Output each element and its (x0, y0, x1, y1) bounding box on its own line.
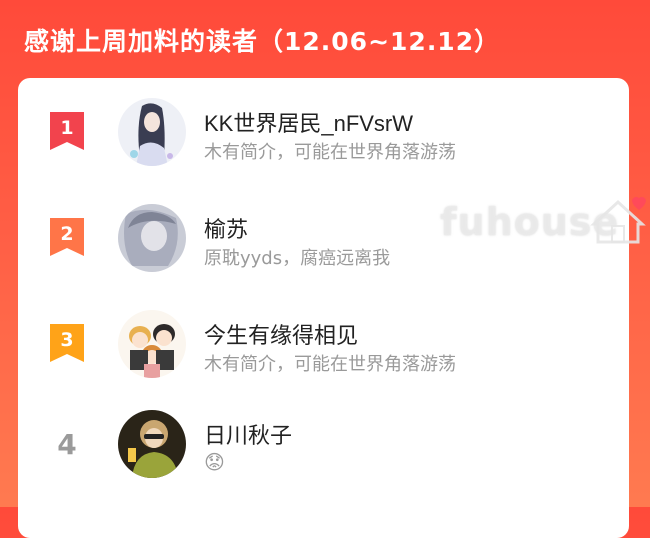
reader-list-card: 1 KK世界居民_nFVsrW 木有简介，可能在世界角落游荡 2 榆苏 原耽yy… (18, 78, 629, 538)
list-item[interactable]: 1 KK世界居民_nFVsrW 木有简介，可能在世界角落游荡 (18, 92, 629, 172)
reader-bio: 木有简介，可能在世界角落游荡 (204, 354, 456, 375)
house-heart-icon (590, 196, 646, 244)
reader-name[interactable]: 日川秋子 (204, 418, 292, 450)
avatar[interactable] (118, 204, 186, 272)
rank-number: 1 (60, 117, 74, 139)
reader-name[interactable]: 今生有缘得相见 (204, 318, 358, 350)
avatar[interactable] (118, 310, 186, 378)
page-title: 感谢上周加料的读者（12.06~12.12） (24, 27, 501, 56)
avatar[interactable] (118, 410, 186, 478)
reader-bio: 原耽yyds，腐癌远离我 (204, 248, 391, 269)
reader-bio-emoji: 😟 (204, 450, 225, 474)
rank-number: 2 (60, 223, 74, 245)
rank-number: 4 (57, 428, 77, 461)
reader-name[interactable]: KK世界居民_nFVsrW (204, 106, 413, 138)
reader-bio: 木有简介，可能在世界角落游荡 (204, 142, 456, 163)
reader-name[interactable]: 榆苏 (204, 212, 248, 244)
list-item[interactable]: 4 日川秋子 😟 (18, 410, 629, 490)
list-item[interactable]: 3 今生有缘得相见 木有简介，可能在世界角落游荡 (18, 304, 629, 384)
rank-number: 3 (60, 329, 74, 351)
avatar[interactable] (118, 98, 186, 166)
